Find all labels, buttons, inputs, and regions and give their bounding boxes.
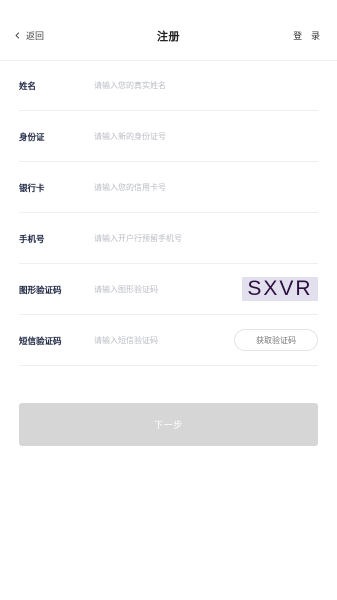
phone-row: 手机号 bbox=[19, 213, 318, 264]
name-input[interactable] bbox=[94, 78, 239, 92]
phone-input[interactable] bbox=[94, 231, 239, 245]
register-form: 姓名 身份证 银行卡 手机号 图形验证码 SXVR 短信验证码 获取验证码 bbox=[0, 60, 337, 366]
sms-code-row: 短信验证码 获取验证码 bbox=[19, 315, 318, 366]
id-card-input[interactable] bbox=[94, 129, 239, 143]
get-sms-code-button[interactable]: 获取验证码 bbox=[234, 329, 318, 351]
bank-card-row: 银行卡 bbox=[19, 162, 318, 213]
id-card-row: 身份证 bbox=[19, 111, 318, 162]
login-link[interactable]: 登 录 bbox=[293, 29, 323, 42]
sms-code-label: 短信验证码 bbox=[19, 337, 62, 347]
sms-code-input[interactable] bbox=[94, 333, 239, 347]
captcha-input[interactable] bbox=[94, 282, 239, 296]
captcha-row: 图形验证码 SXVR bbox=[19, 264, 318, 315]
phone-label: 手机号 bbox=[19, 235, 45, 245]
captcha-image[interactable]: SXVR bbox=[242, 277, 318, 301]
bank-card-label: 银行卡 bbox=[19, 184, 45, 194]
id-card-label: 身份证 bbox=[19, 133, 45, 143]
name-row: 姓名 bbox=[19, 60, 318, 111]
bank-card-input[interactable] bbox=[94, 180, 239, 194]
page-title: 注册 bbox=[157, 30, 180, 43]
top-bar: 返回 注册 登 录 bbox=[0, 0, 337, 61]
next-step-button[interactable]: 下一步 bbox=[19, 403, 318, 446]
captcha-label: 图形验证码 bbox=[19, 286, 62, 296]
name-label: 姓名 bbox=[19, 82, 37, 92]
